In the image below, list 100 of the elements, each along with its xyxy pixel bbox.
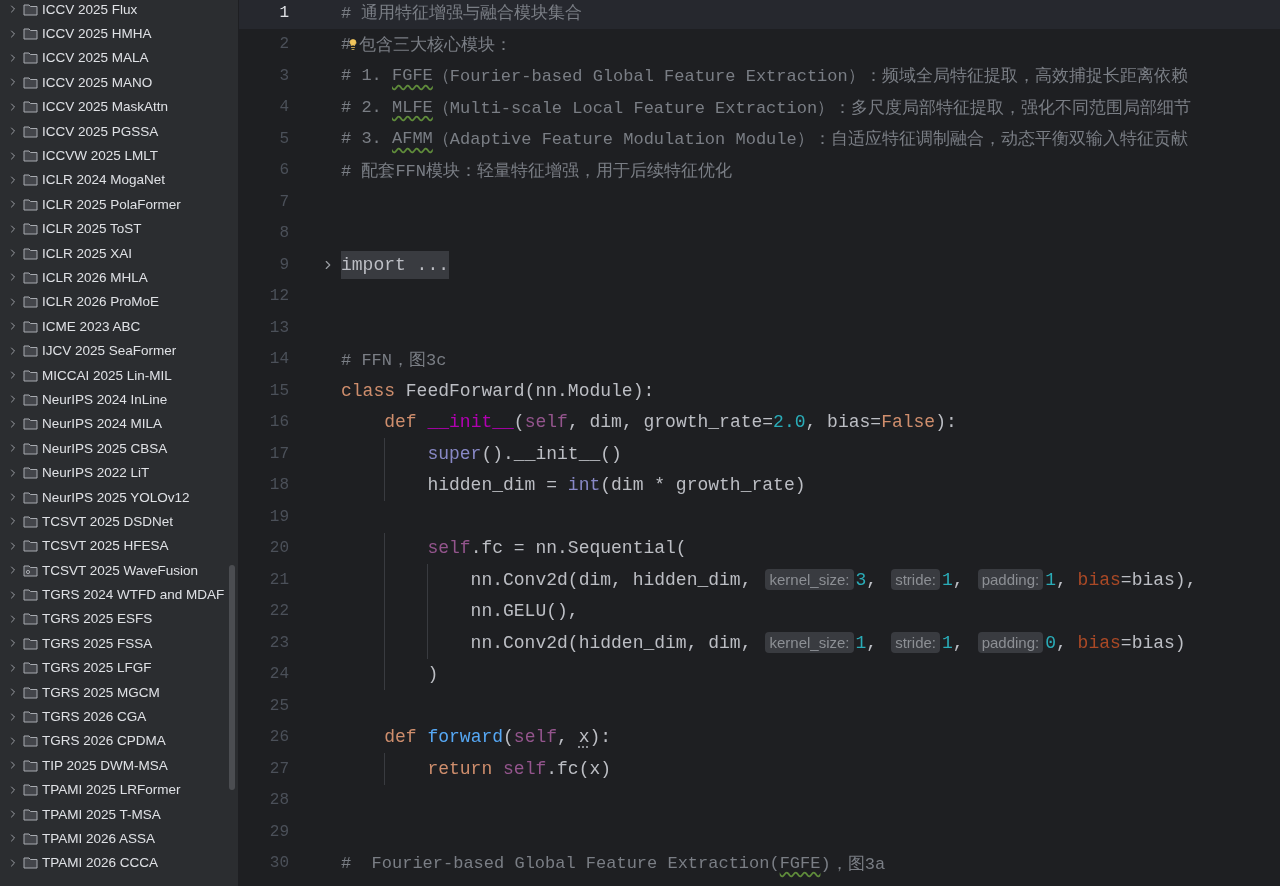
code-comment: # 通用特征增强与融合模块集合 bbox=[341, 3, 583, 25]
code-text: ): bbox=[589, 727, 612, 748]
folder-name[interactable]: NeurIPS 2025 CBSA bbox=[42, 440, 168, 456]
folder-name[interactable]: TGRS 2026 CGA bbox=[42, 709, 147, 724]
code-comment: # 2. bbox=[341, 97, 383, 117]
folder-name[interactable]: TCSVT 2025 HFESA bbox=[42, 538, 169, 554]
misspelled-word: AFMM bbox=[392, 129, 433, 149]
folder-name[interactable]: ICLR 2026 ProMoE bbox=[42, 294, 160, 310]
keyword: return bbox=[427, 758, 494, 779]
code-text: , bbox=[1056, 569, 1068, 590]
line-number: 1 bbox=[278, 3, 289, 22]
keyword: class bbox=[341, 380, 395, 401]
self-keyword: self bbox=[503, 758, 547, 779]
misspelled-word: FGFE bbox=[392, 66, 433, 86]
number-literal: 1 bbox=[855, 632, 867, 653]
function-name: forward bbox=[427, 727, 504, 748]
folder-name[interactable]: ICLR 2025 XAI bbox=[42, 245, 133, 261]
folder-name[interactable]: TGRS 2024 WTFD and MDAF bbox=[42, 587, 225, 603]
builtin-name: int bbox=[567, 475, 601, 496]
folder-name[interactable]: TCSVT 2025 WaveFusion bbox=[42, 562, 199, 578]
keyword-argument: bias bbox=[1077, 632, 1121, 653]
code-text: , bbox=[952, 569, 964, 590]
folder-name[interactable]: ICLR 2025 ToST bbox=[42, 221, 142, 237]
number-literal: 0 bbox=[1045, 632, 1056, 653]
folder-name[interactable]: ICLR 2026 MHLA bbox=[42, 270, 148, 285]
code-text: , bbox=[866, 632, 878, 653]
number-literal: 3 bbox=[855, 569, 867, 590]
folder-name[interactable]: TPAMI 2025 T-MSA bbox=[42, 806, 161, 822]
folded-code[interactable]: import ... bbox=[341, 250, 450, 279]
code-text: FeedForward(nn.Module): bbox=[404, 380, 655, 401]
code-text: , bbox=[866, 569, 878, 590]
code-comment: # FFN，图3c bbox=[341, 349, 447, 371]
code-text: , bias= bbox=[805, 412, 882, 433]
inlay-hint: stride: bbox=[891, 632, 940, 654]
scrollbar-thumb[interactable] bbox=[229, 565, 235, 790]
code-text: =bias), bbox=[1120, 569, 1197, 590]
self-keyword: self bbox=[427, 538, 471, 559]
code-comment: # Fourier-based Global Feature Extraction( bbox=[341, 853, 780, 873]
code-text: .fc = nn.Sequential( bbox=[470, 538, 687, 559]
code-comment: 包含三大核心模块： bbox=[359, 34, 513, 56]
code-text: =bias) bbox=[1120, 632, 1186, 653]
folder-name[interactable]: ICCV 2025 PGSSA bbox=[42, 123, 159, 139]
code-text: nn.Conv2d(dim, hidden_dim, bbox=[470, 569, 752, 590]
folder-name[interactable]: TPAMI 2026 ASSA bbox=[42, 830, 156, 846]
folder-name[interactable]: IJCV 2025 SeaFormer bbox=[42, 343, 177, 359]
folder-name[interactable]: ICCV 2025 MaskAttn bbox=[42, 99, 169, 115]
folder-name[interactable]: TGRS 2025 MGCM bbox=[42, 684, 160, 700]
misspelled-word: MLFE bbox=[392, 97, 433, 117]
inlay-hint: stride: bbox=[891, 569, 940, 591]
folder-name[interactable]: TGRS 2025 LFGF bbox=[42, 660, 152, 676]
folder-name[interactable]: NeurIPS 2024 MILA bbox=[42, 416, 163, 432]
number-literal: 1 bbox=[942, 632, 953, 653]
number-literal: 1 bbox=[942, 569, 953, 590]
folder-name[interactable]: MICCAI 2025 Lin-MIL bbox=[42, 367, 172, 383]
keyword: def bbox=[384, 727, 418, 748]
inlay-hint: kernel_size: bbox=[765, 569, 854, 591]
code-text: ( bbox=[513, 412, 525, 433]
folder-name[interactable]: ICCV 2025 Flux bbox=[42, 1, 138, 17]
folder-name[interactable]: TCSVT 2025 DSDNet bbox=[42, 513, 174, 529]
code-text: ( bbox=[503, 727, 514, 748]
code-text: ().__init__() bbox=[481, 443, 622, 464]
code-text: ) bbox=[427, 664, 439, 685]
code-text: hidden_dim = bbox=[427, 475, 559, 496]
code-comment: （Fourier-based Global Feature Extraction）：频域全局特征提取，高效捕捉长距离依赖 bbox=[432, 65, 1188, 88]
folder-name[interactable]: TIP 2025 DWM-MSA bbox=[42, 757, 168, 773]
folder-name[interactable]: NeurIPS 2025 YOLOv12 bbox=[42, 489, 190, 505]
folder-name[interactable]: ICME 2023 ABC bbox=[42, 318, 141, 334]
folder-name[interactable]: ICCV 2025 MALA bbox=[42, 50, 149, 66]
folder-name[interactable]: TPAMI 2025 LRFormer bbox=[42, 782, 181, 798]
folder-name[interactable]: TGRS 2025 ESFS bbox=[42, 611, 153, 627]
folder-name[interactable]: NeurIPS 2022 LiT bbox=[42, 465, 150, 481]
inlay-hint: padding: bbox=[977, 569, 1044, 591]
folder-name[interactable]: ICCVW 2025 LMLT bbox=[42, 148, 159, 164]
keyword-argument: bias bbox=[1077, 569, 1121, 590]
code-text: (dim * growth_rate) bbox=[600, 475, 806, 496]
folder-name[interactable]: ICLR 2024 MogaNet bbox=[42, 172, 166, 188]
folder-name[interactable]: TGRS 2026 CPDMA bbox=[42, 733, 166, 749]
misspelled-word: FGFE bbox=[779, 853, 821, 873]
folder-name[interactable]: NeurIPS 2024 InLine bbox=[42, 391, 168, 407]
code-text: ): bbox=[935, 412, 957, 433]
folder-name[interactable]: ICCV 2025 MANO bbox=[42, 74, 153, 90]
number-literal: 1 bbox=[1045, 569, 1056, 590]
code-text: , bbox=[557, 727, 569, 748]
folder-name[interactable]: ICCV 2025 HMHA bbox=[42, 26, 152, 42]
code-text: , dim, growth_rate= bbox=[567, 412, 774, 433]
self-keyword: self bbox=[513, 727, 558, 748]
folder-name[interactable]: ICLR 2025 PolaFormer bbox=[42, 196, 181, 212]
keyword: def bbox=[384, 412, 418, 433]
parameter-name: x bbox=[578, 727, 590, 748]
code-comment: # 配套FFN模块：轻量特征增强，用于后续特征优化 bbox=[341, 160, 732, 182]
folder-name[interactable]: TGRS 2025 FSSA bbox=[42, 635, 153, 651]
code-text: , bbox=[1056, 632, 1068, 653]
code-comment: （Multi-scale Local Feature Extraction）：多尺度局部特征提取，强化不同范围局部细节 bbox=[432, 97, 1192, 119]
code-comment: # bbox=[341, 34, 352, 54]
builtin-name: super bbox=[427, 443, 482, 464]
folder-name[interactable]: TPAMI 2026 CCCA bbox=[42, 855, 159, 871]
code-text: nn.GELU(), bbox=[470, 601, 579, 622]
code-comment: （Adaptive Feature Modulation Module）：自适应特征调制融合，动态平衡双输入特征贡献 bbox=[432, 128, 1188, 151]
keyword: False bbox=[881, 412, 936, 433]
dunder-method: __init__ bbox=[427, 412, 514, 433]
